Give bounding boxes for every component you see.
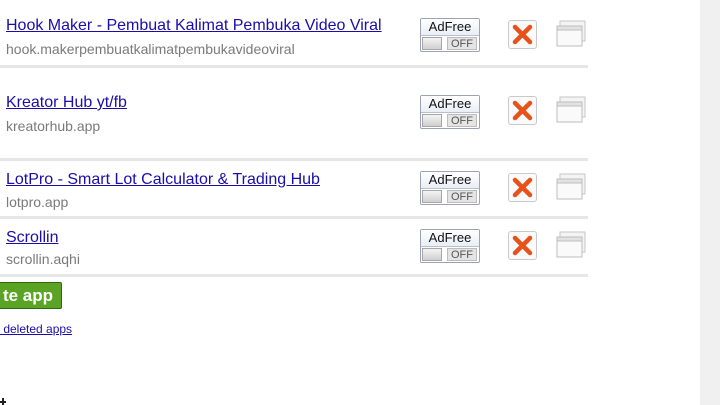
adfree-switch[interactable]: OFF [421, 113, 479, 129]
toggle-knob [422, 190, 442, 203]
scrollbar-track[interactable] [700, 0, 720, 405]
app-name-link[interactable]: Hook Maker - Pembuat Kalimat Pembuka Vid… [6, 16, 382, 36]
adfree-label: AdFree [421, 19, 479, 36]
x-icon [512, 100, 533, 121]
adfree-label: AdFree [421, 172, 479, 189]
adfree-toggle[interactable]: AdFree OFF [420, 229, 480, 263]
adfree-label: AdFree [421, 96, 479, 113]
toggle-knob [422, 114, 442, 127]
deleted-apps-link[interactable]: r deleted apps [0, 322, 72, 336]
window-icon [556, 173, 586, 200]
adfree-toggle[interactable]: AdFree OFF [420, 171, 480, 205]
toggle-knob [422, 248, 442, 261]
window-icon [556, 20, 586, 47]
toggle-state: OFF [447, 248, 477, 261]
row-divider [0, 158, 588, 161]
toggle-knob [422, 37, 442, 50]
row-divider [0, 65, 588, 68]
open-window-button[interactable] [556, 231, 586, 259]
window-icon [556, 231, 586, 258]
app-host: kreatorhub.app [6, 118, 101, 134]
toggle-state: OFF [447, 114, 477, 127]
app-name-link[interactable]: LotPro - Smart Lot Calculator & Trading … [6, 170, 320, 190]
adfree-label: AdFree [421, 230, 479, 247]
row-divider [0, 274, 588, 277]
toggle-state: OFF [447, 190, 477, 203]
delete-app-button[interactable] [508, 173, 537, 202]
adfree-switch[interactable]: OFF [421, 36, 479, 52]
row-divider [0, 216, 588, 219]
open-window-button[interactable] [556, 20, 586, 48]
delete-app-button[interactable] [508, 96, 537, 125]
open-window-button[interactable] [556, 173, 586, 201]
delete-app-button[interactable] [508, 20, 537, 49]
toggle-state: OFF [447, 37, 477, 50]
x-icon [512, 177, 533, 198]
app-host: scrollin.aqhi [6, 251, 80, 267]
adfree-toggle[interactable]: AdFree OFF [420, 95, 480, 129]
app-name-link[interactable]: Kreator Hub yt/fb [6, 93, 127, 113]
adfree-toggle[interactable]: AdFree OFF [420, 18, 480, 52]
adfree-switch[interactable]: OFF [421, 189, 479, 205]
open-window-button[interactable] [556, 96, 586, 124]
delete-app-button[interactable] [508, 231, 537, 260]
x-icon [512, 24, 533, 45]
app-host: lotpro.app [6, 194, 69, 210]
create-app-button[interactable]: te app [0, 282, 62, 309]
app-host: hook.makerpembuatkalimatpembukavideovira… [6, 41, 295, 57]
x-icon [512, 235, 533, 256]
app-name-link[interactable]: Scrollin [6, 228, 58, 248]
adfree-switch[interactable]: OFF [421, 247, 479, 263]
plus-icon [0, 398, 6, 405]
window-icon [556, 96, 586, 123]
